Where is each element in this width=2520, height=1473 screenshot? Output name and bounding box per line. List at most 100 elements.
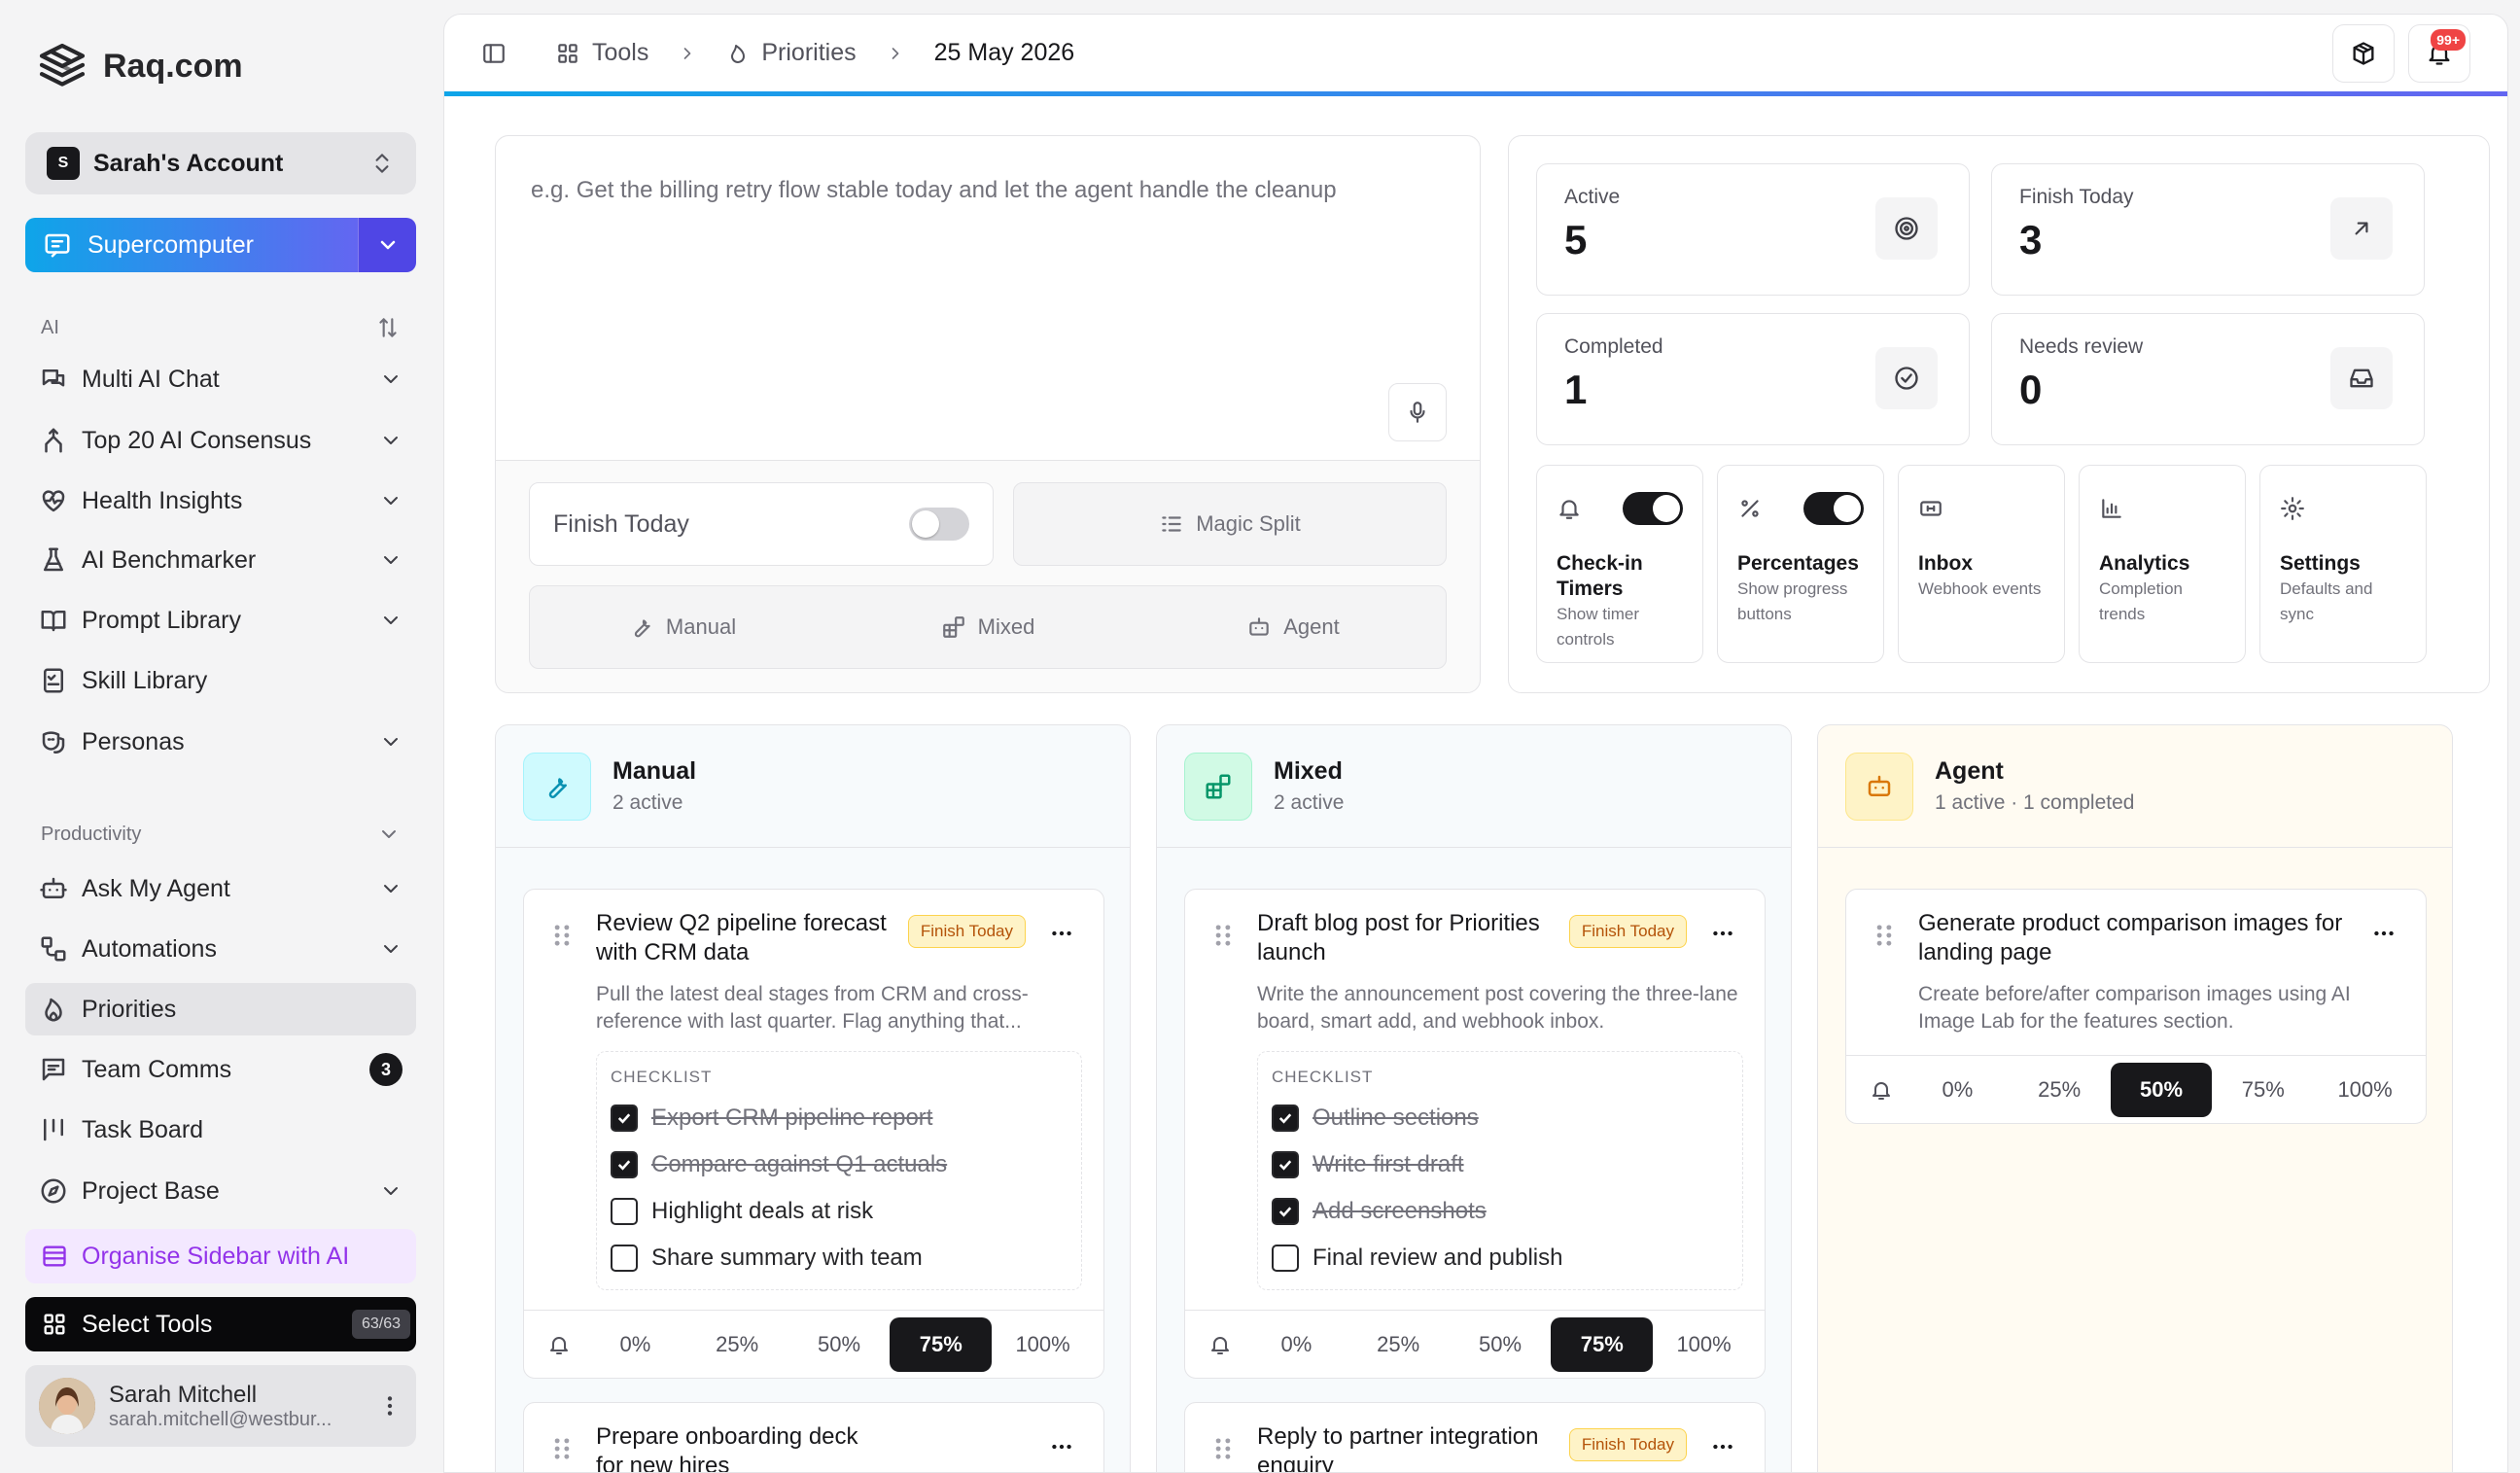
drag-handle-icon[interactable]	[1212, 1436, 1234, 1461]
bell-icon[interactable]	[1856, 1078, 1907, 1102]
progress-option-50[interactable]: 50%	[1450, 1317, 1552, 1372]
checklist-item[interactable]: Final review and publish	[1272, 1235, 1729, 1281]
progress-option-75[interactable]: 75%	[890, 1316, 993, 1372]
drag-handle-icon[interactable]	[551, 1436, 573, 1461]
checklist-item[interactable]: Add screenshots	[1272, 1188, 1729, 1235]
brand[interactable]: Raq.com	[35, 39, 243, 93]
sidebar-item-team-comms[interactable]: Team Comms 3	[25, 1043, 416, 1096]
package-search-button[interactable]	[2332, 23, 2395, 83]
account-switcher[interactable]: S Sarah's Account	[25, 132, 416, 194]
progress-option-100[interactable]: 100%	[992, 1317, 1094, 1372]
feature-analytics[interactable]: Analytics Completion trends	[2079, 465, 2246, 663]
feature-settings[interactable]: Settings Defaults and sync	[2259, 465, 2427, 663]
progress-option-0[interactable]: 0%	[584, 1317, 686, 1372]
percentages-switch[interactable]	[1803, 492, 1864, 525]
progress-option-0[interactable]: 0%	[1245, 1317, 1348, 1372]
task-title[interactable]: Review Q2 pipeline forecast with CRM dat…	[596, 909, 888, 967]
more-vertical-icon[interactable]	[377, 1393, 402, 1419]
sidebar-item-skill-library[interactable]: Skill Library	[25, 654, 416, 707]
organise-sidebar-button[interactable]: Organise Sidebar with AI	[25, 1229, 416, 1283]
checkbox-checked[interactable]	[611, 1105, 638, 1132]
breadcrumb-tools[interactable]: Tools	[555, 39, 648, 67]
progress-option-50[interactable]: 50%	[2110, 1062, 2213, 1117]
sidebar-item-ai-benchmarker[interactable]: AI Benchmarker	[25, 534, 416, 586]
more-horizontal-icon[interactable]	[1710, 921, 1735, 946]
stat-completed[interactable]: Completed 1	[1536, 313, 1970, 445]
more-horizontal-icon[interactable]	[1049, 921, 1074, 946]
progress-option-50[interactable]: 50%	[788, 1317, 891, 1372]
drag-handle-icon[interactable]	[1212, 923, 1234, 948]
checkbox-checked[interactable]	[1272, 1198, 1299, 1225]
finish-today-toggle[interactable]: Finish Today	[529, 482, 994, 566]
sidebar-item-ask-my-agent[interactable]: Ask My Agent	[25, 862, 416, 915]
supercomputer-dropdown[interactable]	[358, 218, 416, 272]
stat-active[interactable]: Active 5	[1536, 163, 1970, 296]
more-horizontal-icon[interactable]	[2371, 921, 2397, 946]
progress-option-25[interactable]: 25%	[2009, 1063, 2111, 1117]
select-tools-button[interactable]: Select Tools 63/63	[25, 1297, 416, 1351]
sidebar-item-project-base[interactable]: Project Base	[25, 1165, 416, 1217]
sort-icon[interactable]	[375, 315, 401, 340]
user-menu[interactable]: Sarah Mitchell sarah.mitchell@westbur...	[25, 1365, 416, 1447]
magic-split-button[interactable]: Magic Split	[1013, 482, 1447, 566]
checklist-item[interactable]: Export CRM pipeline report	[611, 1095, 1068, 1141]
checklist-item[interactable]: Share summary with team	[611, 1235, 1068, 1281]
sidebar-item-priorities[interactable]: Priorities	[25, 983, 416, 1035]
sidebar-item-automations[interactable]: Automations	[25, 923, 416, 975]
task-input[interactable]: e.g. Get the billing retry flow stable t…	[496, 136, 1480, 461]
task-card[interactable]: Reply to partner integration enquiry Fin…	[1184, 1402, 1766, 1472]
progress-option-100[interactable]: 100%	[1653, 1317, 1755, 1372]
sidebar-item-multi-ai-chat[interactable]: Multi AI Chat	[25, 353, 416, 405]
sidebar-item-prompt-library[interactable]: Prompt Library	[25, 594, 416, 647]
notifications-button[interactable]: 99+	[2408, 23, 2470, 83]
feature-check-in-timers[interactable]: Check-in Timers Show timer controls	[1536, 465, 1703, 663]
feature-percentages[interactable]: Percentages Show progress buttons	[1717, 465, 1884, 663]
checkbox-checked[interactable]	[611, 1151, 638, 1178]
stat-finish-today[interactable]: Finish Today 3	[1991, 163, 2425, 296]
sidebar-item-task-board[interactable]: Task Board	[25, 1104, 416, 1156]
bell-icon[interactable]	[1195, 1333, 1245, 1356]
voice-input-button[interactable]	[1388, 383, 1447, 441]
sidebar-toggle-icon[interactable]	[481, 41, 507, 66]
bell-icon[interactable]	[534, 1333, 584, 1356]
progress-option-75[interactable]: 75%	[1551, 1316, 1654, 1372]
task-card[interactable]: Prepare onboarding deck for new hires	[523, 1402, 1104, 1472]
checklist-item[interactable]: Highlight deals at risk	[611, 1188, 1068, 1235]
drag-handle-icon[interactable]	[551, 923, 573, 948]
more-horizontal-icon[interactable]	[1710, 1434, 1735, 1459]
checklist-item[interactable]: Outline sections	[1272, 1095, 1729, 1141]
feature-inbox[interactable]: Inbox Webhook events	[1898, 465, 2065, 663]
productivity-section-header[interactable]: Productivity	[41, 823, 401, 846]
progress-option-25[interactable]: 25%	[686, 1317, 788, 1372]
checkbox-unchecked[interactable]	[611, 1198, 638, 1225]
sidebar-item-top-20-ai-consensus[interactable]: Top 20 AI Consensus	[25, 414, 416, 467]
task-card[interactable]: Draft blog post for Priorities launch Fi…	[1184, 889, 1766, 1379]
progress-option-75[interactable]: 75%	[2212, 1063, 2314, 1117]
checkbox-checked[interactable]	[1272, 1105, 1299, 1132]
check-in-timers-switch[interactable]	[1623, 492, 1683, 525]
checklist-item[interactable]: Write first draft	[1272, 1141, 1729, 1188]
checkbox-unchecked[interactable]	[611, 1245, 638, 1272]
supercomputer-button[interactable]: Supercomputer	[25, 218, 358, 272]
finish-today-switch[interactable]	[909, 508, 969, 541]
mode-mixed[interactable]: Mixed	[835, 586, 1140, 668]
more-horizontal-icon[interactable]	[1049, 1434, 1074, 1459]
task-card[interactable]: Review Q2 pipeline forecast with CRM dat…	[523, 889, 1104, 1379]
mode-agent[interactable]: Agent	[1140, 586, 1446, 668]
sidebar-item-health-insights[interactable]: Health Insights	[25, 474, 416, 527]
task-title[interactable]: Reply to partner integration enquiry	[1257, 1422, 1549, 1472]
progress-option-25[interactable]: 25%	[1348, 1317, 1450, 1372]
checkbox-unchecked[interactable]	[1272, 1245, 1299, 1272]
task-card[interactable]: Generate product comparison images for l…	[1845, 889, 2427, 1124]
sidebar-item-personas[interactable]: Personas	[25, 716, 416, 768]
task-title[interactable]: Prepare onboarding deck for new hires	[596, 1422, 888, 1472]
task-title[interactable]: Draft blog post for Priorities launch	[1257, 909, 1549, 967]
checklist-item[interactable]: Compare against Q1 actuals	[611, 1141, 1068, 1188]
drag-handle-icon[interactable]	[1873, 923, 1895, 948]
breadcrumb-priorities[interactable]: Priorities	[726, 39, 857, 67]
mode-manual[interactable]: Manual	[530, 586, 835, 668]
progress-option-0[interactable]: 0%	[1907, 1063, 2009, 1117]
progress-option-100[interactable]: 100%	[2314, 1063, 2416, 1117]
checkbox-checked[interactable]	[1272, 1151, 1299, 1178]
stat-needs-review[interactable]: Needs review 0	[1991, 313, 2425, 445]
